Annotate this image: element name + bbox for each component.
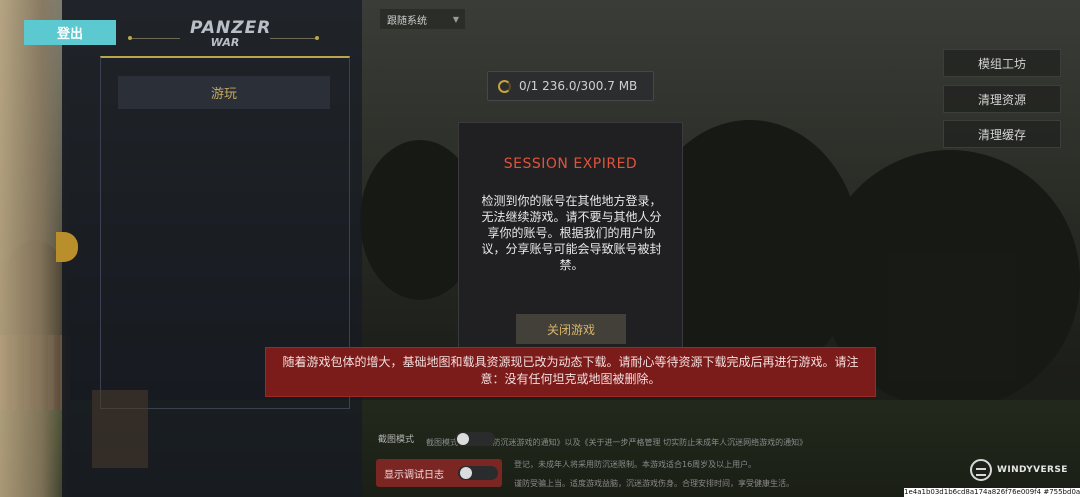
logo-divider-dot [315, 36, 319, 40]
follow-system-dropdown[interactable]: 跟随系统 ▼ [380, 9, 465, 29]
dialog-message: 检测到你的账号在其他地方登录，无法继续游戏。请不要与其他人分享你的账号。根据我们… [481, 194, 662, 272]
screenshot-mode-label: 截图模式 [378, 435, 415, 445]
clean-resources-button[interactable]: 清理资源 [943, 85, 1061, 113]
debug-log-toggle[interactable] [458, 466, 498, 480]
spinner-icon [498, 79, 511, 93]
download-status-text: 0/1 236.0/300.7 MB [519, 79, 638, 93]
windyverse-logo-icon [970, 459, 992, 481]
windyverse-brand: WINDYVERSE [970, 457, 1068, 483]
logo-divider-right [270, 38, 318, 39]
toggle-knob [457, 433, 469, 445]
notice-text-line3: 谨防受骗上当。适度游戏益脑，沉迷游戏伤身。合理安排时间，享受健康生活。 [514, 479, 794, 488]
play-button[interactable]: 游玩 [118, 76, 330, 109]
logo-line2: WAR [210, 36, 240, 49]
corner-thumbnail [92, 390, 148, 468]
logo-divider-left [130, 38, 180, 39]
build-hash: 1e4a1b03d1b6cd8a174a826f76e009f4 #755bd0… [904, 488, 1080, 497]
debug-log-label: 显示调试日志 [384, 469, 444, 481]
notice-text-line2: 登记，未成年人将采用防沉迷限制。本游戏适合16周岁及以上用户。 [514, 460, 757, 469]
dropdown-arrow-icon: ▼ [452, 14, 459, 24]
logo-divider-dot [128, 36, 132, 40]
logout-button[interactable]: 登出 [24, 20, 116, 45]
brand-name: WINDYVERSE [997, 465, 1068, 475]
dynamic-download-notice: 随着游戏包体的增大，基础地图和载具资源现已改为动态下载。请耐心等待资源下载完成后… [265, 347, 876, 397]
close-game-button[interactable]: 关闭游戏 [516, 314, 626, 344]
logo-line1: PANZER [190, 18, 272, 38]
mod-workshop-button[interactable]: 模组工坊 [943, 49, 1061, 77]
follow-system-label: 跟随系统 [387, 15, 427, 27]
toggle-knob [460, 467, 472, 479]
debug-log-toggle-row[interactable]: 显示调试日志 [376, 459, 502, 487]
panzer-war-logo: PANZER WAR [190, 18, 272, 56]
download-progress: 0/1 236.0/300.7 MB [487, 71, 654, 101]
screenshot-mode-toggle[interactable] [455, 432, 495, 446]
session-expired-dialog: SESSION EXPIRED 检测到你的账号在其他地方登录，无法继续游戏。请不… [458, 122, 683, 354]
dialog-title: SESSION EXPIRED [503, 156, 638, 172]
clean-cache-button[interactable]: 清理缓存 [943, 120, 1061, 148]
